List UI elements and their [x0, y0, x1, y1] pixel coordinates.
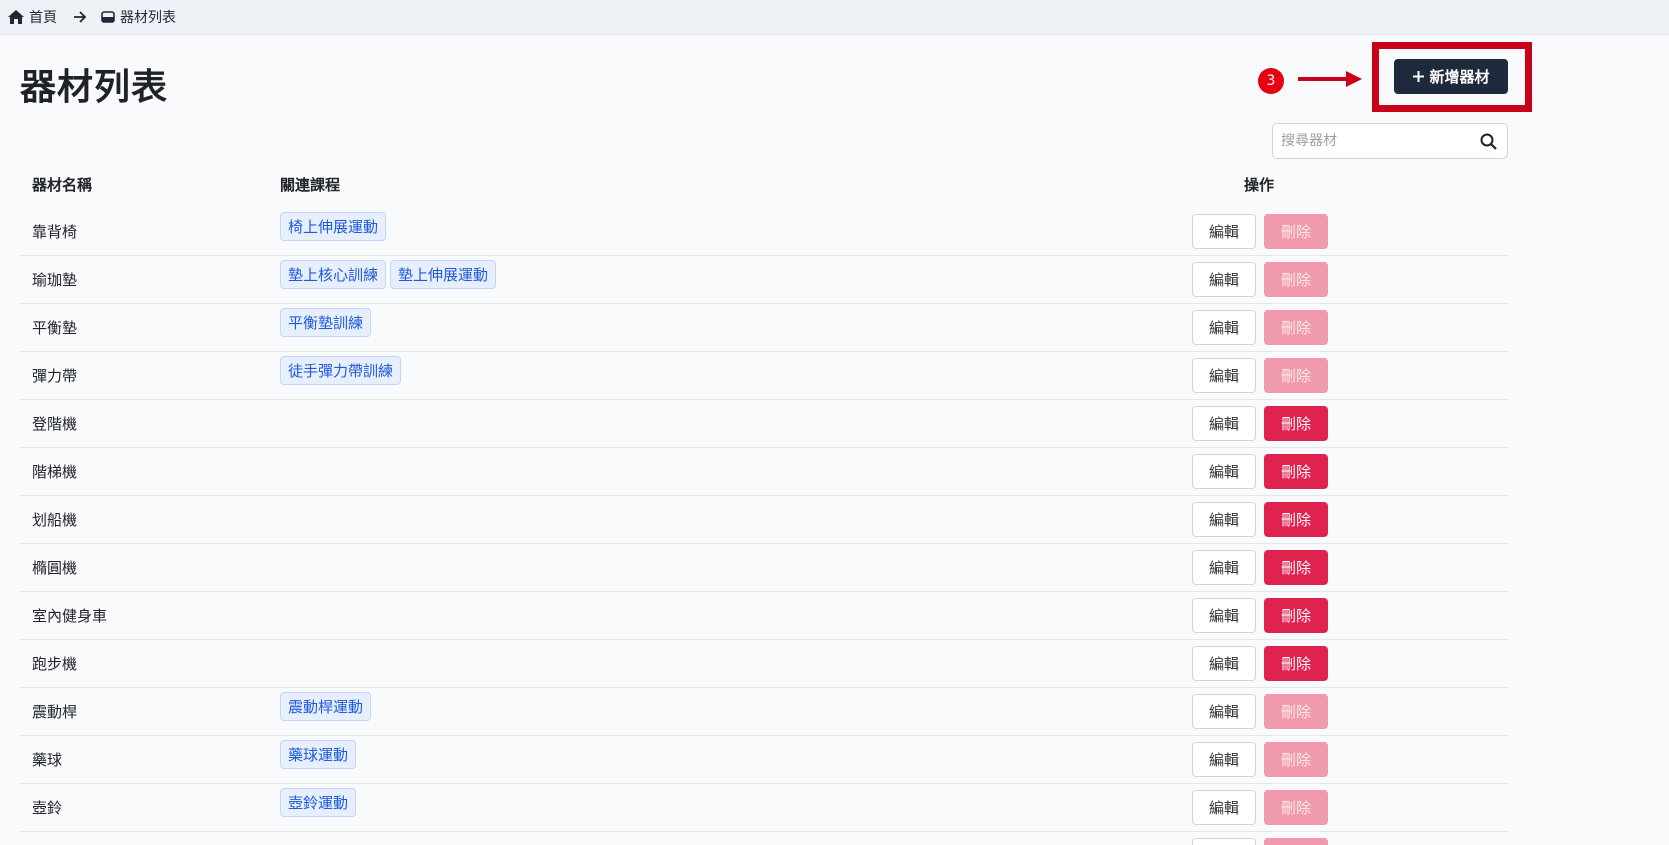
edit-button[interactable]: 編輯 — [1192, 742, 1256, 777]
equipment-name: 跑步機 — [32, 655, 78, 673]
add-equipment-button[interactable]: 新增器材 — [1394, 59, 1508, 94]
course-tag[interactable]: 墊上伸展運動 — [390, 260, 497, 289]
delete-button[interactable]: 刪除 — [1264, 214, 1328, 249]
search-input[interactable] — [1281, 133, 1480, 149]
related-courses: 平衡墊訓練 — [280, 308, 372, 337]
edit-button[interactable]: 編輯 — [1192, 406, 1256, 441]
delete-button[interactable]: 刪除 — [1264, 790, 1328, 825]
annotation-step-badge: 3 — [1258, 68, 1284, 94]
edit-button[interactable]: 編輯 — [1192, 598, 1256, 633]
delete-button[interactable]: 刪除 — [1264, 358, 1328, 393]
equipment-name: 壺鈴 — [32, 799, 63, 817]
equipment-name: 藥球 — [32, 751, 63, 769]
related-courses: 徒手彈力帶訓練 — [280, 356, 402, 385]
edit-button[interactable]: 編輯 — [1192, 838, 1256, 845]
delete-button[interactable]: 刪除 — [1264, 694, 1328, 729]
course-tag[interactable]: 震動桿運動 — [280, 692, 372, 721]
edit-button[interactable]: 編輯 — [1192, 550, 1256, 585]
related-courses: 墊上核心訓練 墊上伸展運動 — [280, 260, 497, 289]
drive-icon — [101, 11, 115, 23]
edit-button[interactable]: 編輯 — [1192, 694, 1256, 729]
table-row: 靠背椅 椅上伸展運動 編輯 刪除 — [20, 208, 1508, 256]
edit-button[interactable]: 編輯 — [1192, 790, 1256, 825]
table-row: 划船機 編輯 刪除 — [20, 496, 1508, 544]
course-tag[interactable]: 壺鈴運動 — [280, 788, 357, 817]
delete-button[interactable]: 刪除 — [1264, 262, 1328, 297]
course-tag[interactable]: 藥球運動 — [280, 740, 357, 769]
delete-button[interactable]: 刪除 — [1264, 454, 1328, 489]
delete-button[interactable]: 刪除 — [1264, 598, 1328, 633]
search-icon[interactable] — [1480, 133, 1497, 150]
delete-button[interactable]: 刪除 — [1264, 838, 1328, 845]
plus-icon — [1413, 71, 1425, 82]
breadcrumb-current: 器材列表 — [101, 7, 176, 27]
table-row: 階梯機 編輯 刪除 — [20, 448, 1508, 496]
table-row: 平衡墊 平衡墊訓練 編輯 刪除 — [20, 304, 1508, 352]
table-row: 橢圓機 編輯 刪除 — [20, 544, 1508, 592]
edit-button[interactable]: 編輯 — [1192, 502, 1256, 537]
header-name: 器材名稱 — [32, 175, 93, 194]
table-row: 瑜珈墊 墊上核心訓練 墊上伸展運動 編輯 刪除 — [20, 256, 1508, 304]
page-title: 器材列表 — [20, 67, 169, 108]
breadcrumb-home-label: 首頁 — [29, 10, 57, 26]
table-row: 藥球 藥球運動 編輯 刪除 — [20, 736, 1508, 784]
course-tag[interactable]: 墊上核心訓練 — [280, 260, 387, 289]
course-tag[interactable]: 平衡墊訓練 — [280, 308, 372, 337]
delete-button[interactable]: 刪除 — [1264, 550, 1328, 585]
table-row-partial: 編輯 刪除 — [20, 832, 1508, 845]
edit-button[interactable]: 編輯 — [1192, 646, 1256, 681]
equipment-name: 登階機 — [32, 415, 78, 433]
equipment-table: 器材名稱 關連課程 操作 靠背椅 椅上伸展運動 編輯 刪除 瑜珈墊 墊上核心訓練 墊上伸展運… — [20, 160, 1508, 845]
delete-button[interactable]: 刪除 — [1264, 742, 1328, 777]
equipment-name: 彈力帶 — [32, 367, 78, 385]
delete-button[interactable]: 刪除 — [1264, 406, 1328, 441]
related-courses: 藥球運動 — [280, 740, 357, 769]
related-courses: 震動桿運動 — [280, 692, 372, 721]
home-icon — [8, 10, 24, 24]
edit-button[interactable]: 編輯 — [1192, 310, 1256, 345]
related-courses: 壺鈴運動 — [280, 788, 357, 817]
header-operations: 操作 — [1244, 175, 1275, 194]
search-box — [1272, 123, 1508, 159]
edit-button[interactable]: 編輯 — [1192, 358, 1256, 393]
annotation-arrow-icon — [1298, 71, 1362, 87]
delete-button[interactable]: 刪除 — [1264, 310, 1328, 345]
equipment-name: 階梯機 — [32, 463, 78, 481]
equipment-name: 橢圓機 — [32, 559, 78, 577]
delete-button[interactable]: 刪除 — [1264, 646, 1328, 681]
add-equipment-label: 新增器材 — [1429, 68, 1490, 86]
equipment-name: 平衡墊 — [32, 319, 78, 337]
table-row: 跑步機 編輯 刪除 — [20, 640, 1508, 688]
delete-button[interactable]: 刪除 — [1264, 502, 1328, 537]
table-row: 彈力帶 徒手彈力帶訓練 編輯 刪除 — [20, 352, 1508, 400]
edit-button[interactable]: 編輯 — [1192, 214, 1256, 249]
table-body: 靠背椅 椅上伸展運動 編輯 刪除 瑜珈墊 墊上核心訓練 墊上伸展運動 編輯 刪除 平衡墊 平衡墊訓練… — [20, 208, 1508, 845]
equipment-name: 划船機 — [32, 511, 78, 529]
table-row: 室內健身車 編輯 刪除 — [20, 592, 1508, 640]
equipment-name: 室內健身車 — [32, 607, 108, 625]
equipment-name: 震動桿 — [32, 703, 78, 721]
course-tag[interactable]: 徒手彈力帶訓練 — [280, 356, 402, 385]
edit-button[interactable]: 編輯 — [1192, 262, 1256, 297]
equipment-name: 瑜珈墊 — [32, 271, 78, 289]
table-row: 震動桿 震動桿運動 編輯 刪除 — [20, 688, 1508, 736]
arrow-right-icon — [73, 11, 87, 23]
course-tag[interactable]: 椅上伸展運動 — [280, 212, 387, 241]
breadcrumb-bar: 首頁 器材列表 — [0, 0, 1669, 35]
edit-button[interactable]: 編輯 — [1192, 454, 1256, 489]
table-row: 登階機 編輯 刪除 — [20, 400, 1508, 448]
equipment-name: 靠背椅 — [32, 223, 78, 241]
table-header: 器材名稱 關連課程 操作 — [20, 160, 1508, 208]
breadcrumb-current-label: 器材列表 — [120, 10, 176, 26]
header-courses: 關連課程 — [280, 175, 341, 194]
table-row: 壺鈴 壺鈴運動 編輯 刪除 — [20, 784, 1508, 832]
related-courses: 椅上伸展運動 — [280, 212, 387, 241]
breadcrumb-home[interactable]: 首頁 — [8, 7, 57, 27]
